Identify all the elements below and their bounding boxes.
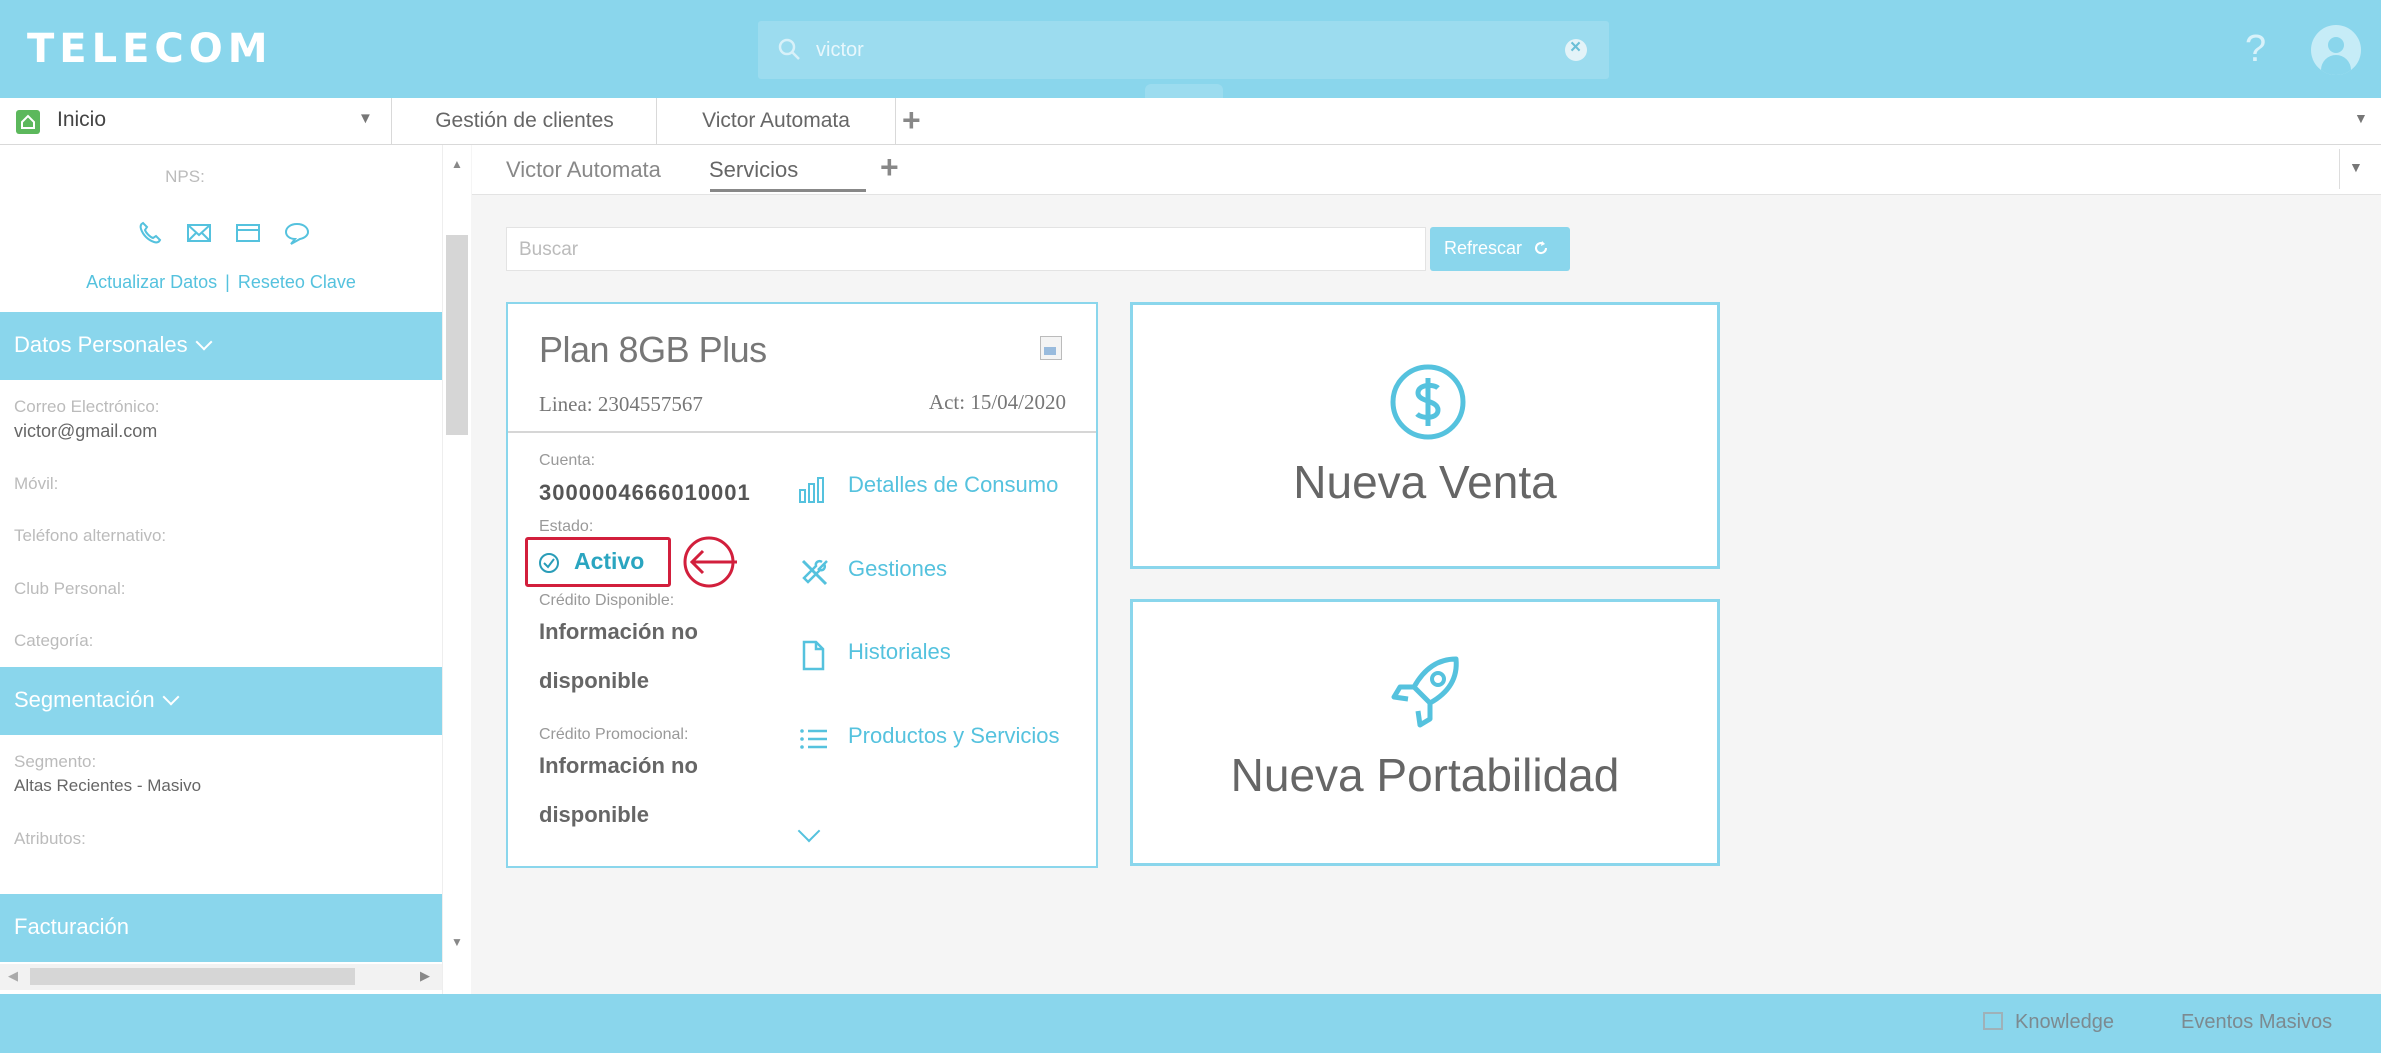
refresh-label: Refrescar — [1444, 238, 1523, 258]
nps-label: NPS: — [165, 167, 205, 186]
credito-promocional-value-line2: disponible — [539, 802, 649, 827]
chat-icon[interactable] — [281, 217, 313, 249]
top-header: TELECOM victor ? — [0, 0, 2381, 98]
tab-victor-automata[interactable]: Victor Automata — [657, 98, 896, 144]
tab-inicio-label: Inicio — [57, 108, 107, 131]
services-search-input[interactable]: Buscar — [506, 227, 1426, 271]
nueva-portabilidad-label: Nueva Portabilidad — [1230, 749, 1620, 801]
card-icon[interactable] — [232, 217, 264, 249]
credito-disponible-label: Crédito Disponible: — [539, 592, 675, 609]
chevron-down-icon[interactable]: ▼ — [358, 110, 373, 127]
club-personal-label: Club Personal: — [14, 579, 126, 598]
refresh-button[interactable]: Refrescar — [1430, 227, 1570, 271]
search-icon — [778, 38, 800, 60]
rocket-icon — [1391, 656, 1459, 728]
detalles-consumo-label: Detalles de Consumo — [848, 472, 1059, 497]
book-icon — [1983, 1012, 2003, 1030]
historiales-label: Historiales — [848, 639, 951, 664]
secondary-tab-bar: Victor Automata Servicios + ▼ — [472, 145, 2381, 195]
links-separator: | — [225, 272, 230, 292]
atributos-label: Atributos: — [14, 829, 86, 848]
telecom-logo[interactable]: TELECOM — [27, 26, 273, 72]
estado-highlight: Activo — [525, 537, 671, 587]
reseteo-clave-link[interactable]: Reseteo Clave — [238, 272, 356, 292]
home-icon — [16, 110, 40, 134]
document-icon — [802, 640, 825, 671]
movil-label: Móvil: — [14, 474, 59, 493]
broken-image-icon — [1040, 336, 1062, 360]
categoria-label: Categoría: — [14, 631, 94, 650]
nueva-venta-card[interactable]: Nueva Venta — [1130, 302, 1720, 569]
add-subtab-button[interactable]: + — [880, 149, 899, 186]
segmento-label: Segmento: — [14, 752, 97, 771]
segmentacion-header[interactable]: Segmentación — [0, 667, 442, 735]
list-icon — [800, 729, 827, 749]
estado-label: Estado: — [539, 518, 594, 535]
credito-promocional-label: Crédito Promocional: — [539, 726, 689, 743]
sidebar-horizontal-scrollbar[interactable]: ◀ ▶ — [0, 964, 442, 990]
facturacion-title: Facturación — [14, 914, 129, 939]
segmento-value: Altas Recientes - Masivo — [14, 776, 202, 795]
cuenta-label: Cuenta: — [539, 452, 596, 469]
credito-disponible-value-line1: Información no — [539, 619, 698, 644]
plan-card: Plan 8GB Plus Linea: 2304557567 Act: 15/… — [506, 302, 1098, 868]
plan-divider — [508, 431, 1096, 433]
mail-icon[interactable] — [183, 217, 215, 249]
tab-overflow-chevron-icon[interactable]: ▼ — [2354, 110, 2368, 126]
global-search[interactable]: victor — [758, 21, 1609, 79]
arrow-left-annotation-icon — [683, 536, 737, 588]
tab-gestion-clientes[interactable]: Gestión de clientes — [393, 98, 657, 144]
global-search-input[interactable]: victor — [816, 39, 864, 62]
chevron-down-icon: ▼ — [2349, 159, 2363, 175]
chevron-down-icon — [162, 688, 180, 706]
user-avatar[interactable] — [2311, 25, 2361, 75]
productos-servicios-label: Productos y Servicios — [848, 723, 1060, 748]
dollar-circle-icon — [1390, 364, 1466, 440]
facturacion-header[interactable]: Facturación — [0, 894, 442, 962]
datos-personales-header[interactable]: Datos Personales — [0, 312, 442, 380]
correo-label: Correo Electrónico: — [14, 397, 160, 416]
phone-icon[interactable] — [134, 217, 166, 249]
check-circle-icon — [539, 553, 559, 573]
plan-linea: Linea: 2304557567 — [539, 392, 703, 416]
eventos-masivos-link[interactable]: Eventos Masivos — [2181, 1011, 2332, 1034]
bar-chart-icon — [799, 477, 824, 503]
actualizar-datos-link[interactable]: Actualizar Datos — [86, 272, 217, 292]
subtab-overflow-button[interactable]: ▼ — [2339, 149, 2369, 189]
app-root: TELECOM victor ? Inicio ▼ Gestión de cli… — [0, 0, 2381, 1053]
customer-sidebar: NPS: Actualizar Datos | Reseteo Clave Dato… — [0, 145, 442, 994]
estado-value: Activo — [574, 548, 645, 574]
nueva-portabilidad-card[interactable]: Nueva Portabilidad — [1130, 599, 1720, 866]
segmentacion-title: Segmentación — [14, 687, 155, 712]
primary-tab-bar: Inicio ▼ Gestión de clientes Victor Auto… — [0, 98, 2381, 145]
add-tab-button[interactable]: + — [902, 102, 921, 139]
subtab-victor-automata[interactable]: Victor Automata — [506, 157, 661, 183]
search-notch — [1145, 84, 1223, 98]
clear-search-icon[interactable] — [1565, 37, 1587, 61]
contact-icons — [134, 217, 313, 249]
subtab-servicios[interactable]: Servicios — [709, 157, 798, 183]
active-subtab-indicator — [710, 189, 866, 192]
help-icon[interactable]: ? — [2245, 28, 2266, 71]
chevron-down-icon — [195, 333, 213, 351]
refresh-icon — [1535, 241, 1548, 255]
expand-chevron-icon[interactable] — [797, 819, 821, 843]
bottom-footer: Knowledge Eventos Masivos — [0, 994, 2381, 1053]
tab-inicio[interactable]: Inicio ▼ — [0, 98, 392, 144]
credito-promocional-value-line1: Información no — [539, 753, 698, 778]
cuenta-value: 3000004666010001 — [539, 480, 751, 505]
sidebar-links: Actualizar Datos | Reseteo Clave — [0, 272, 442, 293]
correo-value: victor@gmail.com — [14, 421, 158, 441]
tools-icon — [801, 559, 828, 586]
sidebar-vertical-scrollbar[interactable]: ▲ ▼ — [442, 145, 471, 994]
datos-personales-title: Datos Personales — [14, 332, 188, 357]
gestiones-label: Gestiones — [848, 556, 948, 581]
plan-activation-date: Act: 15/04/2020 — [928, 390, 1066, 414]
knowledge-link[interactable]: Knowledge — [2015, 1011, 2114, 1034]
nueva-venta-label: Nueva Venta — [1293, 456, 1557, 508]
credito-disponible-value-line2: disponible — [539, 668, 649, 693]
plan-name: Plan 8GB Plus — [539, 329, 767, 370]
telefono-label: Teléfono alternativo: — [14, 526, 167, 545]
